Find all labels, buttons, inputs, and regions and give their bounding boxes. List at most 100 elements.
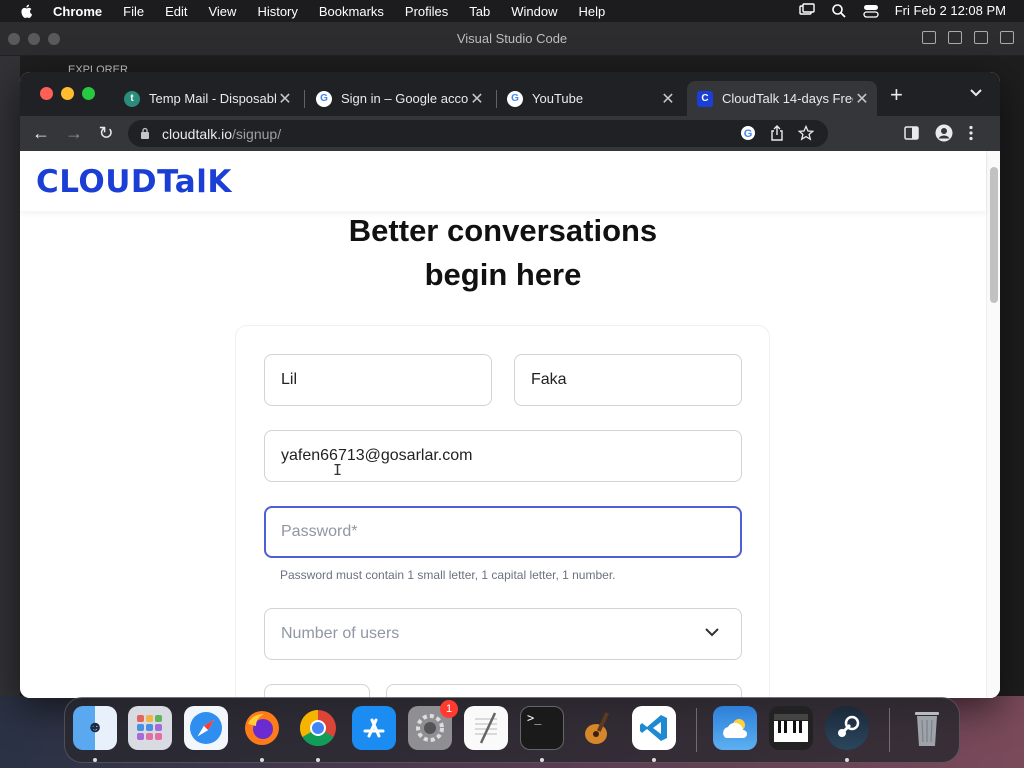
running-indicator [316, 758, 320, 762]
menu-help[interactable]: Help [579, 4, 606, 19]
signup-form-card: Lil Faka yafen66713@gosarlar.com Passwor… [235, 325, 770, 698]
app-store-icon[interactable] [352, 706, 396, 750]
tab-temp-mail[interactable]: t Temp Mail - Disposable ✕ [114, 81, 300, 116]
side-panel-icon[interactable] [904, 126, 919, 140]
firefox-icon[interactable] [240, 706, 284, 750]
safari-icon[interactable] [184, 706, 228, 750]
text-cursor-icon: I [333, 461, 343, 479]
menu-file[interactable]: File [123, 4, 144, 19]
close-tab-icon[interactable]: ✕ [853, 89, 871, 109]
menu-view[interactable]: View [208, 4, 236, 19]
menubar-clock[interactable]: Fri Feb 2 12:08 PM [895, 3, 1006, 18]
apple-icon[interactable] [19, 3, 35, 19]
country-code-select[interactable] [264, 684, 370, 698]
window-controls [40, 87, 95, 100]
number-of-users-placeholder: Number of users [281, 625, 400, 642]
dock-separator [696, 708, 697, 752]
temp-mail-icon: t [124, 90, 140, 107]
control-center-icon[interactable] [863, 3, 879, 18]
url-host: cloudtalk.io [162, 126, 233, 142]
number-of-users-select[interactable]: Number of users [264, 608, 742, 660]
terminal-icon[interactable]: >_ [520, 706, 564, 750]
chrome-menu-icon[interactable] [969, 125, 973, 141]
browser-toolbar: ← → ↻ cloudtalk.io/signup/ G [20, 116, 1000, 151]
menu-edit[interactable]: Edit [165, 4, 187, 19]
close-tab-icon[interactable]: ✕ [276, 89, 294, 109]
minimize-window-button[interactable] [61, 87, 74, 100]
close-tab-icon[interactable]: ✕ [468, 89, 486, 109]
weather-icon[interactable] [713, 706, 757, 750]
vscode-title: Visual Studio Code [456, 31, 568, 46]
google-icon: G [507, 90, 523, 107]
tab-strip: t Temp Mail - Disposable ✕ G Sign in – G… [20, 72, 1000, 116]
tab-separator [304, 90, 305, 108]
menu-tab[interactable]: Tab [469, 4, 490, 19]
vscode-dock-icon[interactable] [632, 706, 676, 750]
tab-search-chevron-icon[interactable] [970, 86, 982, 100]
fullscreen-window-button[interactable] [82, 87, 95, 100]
tab-google-signin[interactable]: G Sign in – Google accounts ✕ [306, 81, 492, 116]
cloudtalk-logo[interactable]: CLOUDTalK [36, 164, 232, 200]
last-name-input[interactable]: Faka [514, 354, 742, 406]
chrome-dock-icon[interactable] [296, 706, 340, 750]
google-icon: G [316, 90, 332, 107]
headline-line-2: begin here [424, 257, 582, 292]
profile-avatar-icon[interactable] [935, 124, 953, 142]
reload-icon[interactable]: ↻ [95, 123, 117, 143]
notification-badge: 1 [440, 700, 458, 718]
spotlight-search-icon[interactable] [831, 3, 847, 18]
tab-youtube[interactable]: G YouTube ✕ [497, 81, 683, 116]
textedit-icon[interactable] [464, 706, 508, 750]
menu-bookmarks[interactable]: Bookmarks [319, 4, 384, 19]
piano-icon[interactable] [769, 706, 813, 750]
svg-text:G: G [744, 128, 753, 140]
phone-number-input[interactable] [386, 684, 742, 698]
new-tab-icon[interactable]: + [890, 84, 903, 106]
page-scrollbar[interactable] [986, 151, 1000, 698]
chevron-down-icon [705, 628, 719, 637]
first-name-input[interactable]: Lil [264, 354, 492, 406]
tab-label: YouTube [532, 91, 584, 106]
launchpad-icon[interactable] [128, 706, 172, 750]
menu-app-chrome[interactable]: Chrome [53, 4, 102, 19]
vscode-layout-icons[interactable] [922, 31, 1014, 44]
address-bar[interactable]: cloudtalk.io/signup/ G [128, 120, 828, 147]
lock-icon[interactable] [140, 127, 150, 139]
steam-icon[interactable] [825, 706, 869, 750]
url-path: /signup/ [232, 126, 282, 142]
bookmark-star-icon[interactable] [798, 125, 814, 141]
tab-cloudtalk[interactable]: C CloudTalk 14-days Free ✕ [687, 81, 877, 116]
password-hint: Password must contain 1 small letter, 1 … [280, 568, 616, 582]
headline-line-1: Better conversations [348, 213, 658, 248]
menu-history[interactable]: History [257, 4, 297, 19]
macos-menubar: Chrome File Edit View History Bookmarks … [0, 0, 1024, 22]
forward-arrow-icon[interactable]: → [63, 123, 85, 143]
close-window-button[interactable] [40, 87, 53, 100]
vscode-activity-bar[interactable] [0, 56, 20, 768]
close-tab-icon[interactable]: ✕ [659, 89, 677, 109]
running-indicator [540, 758, 544, 762]
finder-icon[interactable]: ☻ [73, 706, 117, 750]
menu-window[interactable]: Window [511, 4, 557, 19]
tab-label: Temp Mail - Disposable [149, 91, 276, 106]
scrollbar-thumb[interactable] [990, 167, 998, 303]
password-input[interactable]: Password* [264, 506, 742, 558]
site-header: CLOUDTalK [20, 151, 986, 211]
google-lens-icon[interactable]: G [740, 125, 756, 141]
system-preferences-icon[interactable]: 1 [408, 700, 458, 750]
page-viewport: CLOUDTalK Better conversations begin her… [20, 151, 1000, 698]
running-indicator [93, 758, 97, 762]
page-headline: Better conversations begin here [20, 209, 986, 297]
cloudtalk-icon: C [697, 90, 713, 107]
menu-profiles[interactable]: Profiles [405, 4, 448, 19]
screen-mirroring-icon[interactable] [799, 3, 815, 18]
tab-label: CloudTalk 14-days Free [722, 91, 853, 106]
dock-separator [889, 708, 890, 752]
garageband-icon[interactable] [576, 706, 620, 750]
back-arrow-icon[interactable]: ← [30, 123, 52, 143]
running-indicator [845, 758, 849, 762]
trash-icon[interactable] [905, 706, 949, 750]
share-icon[interactable] [770, 125, 784, 141]
url-text[interactable]: cloudtalk.io/signup/ [162, 126, 281, 142]
vscode-titlebar: Visual Studio Code [0, 22, 1024, 56]
